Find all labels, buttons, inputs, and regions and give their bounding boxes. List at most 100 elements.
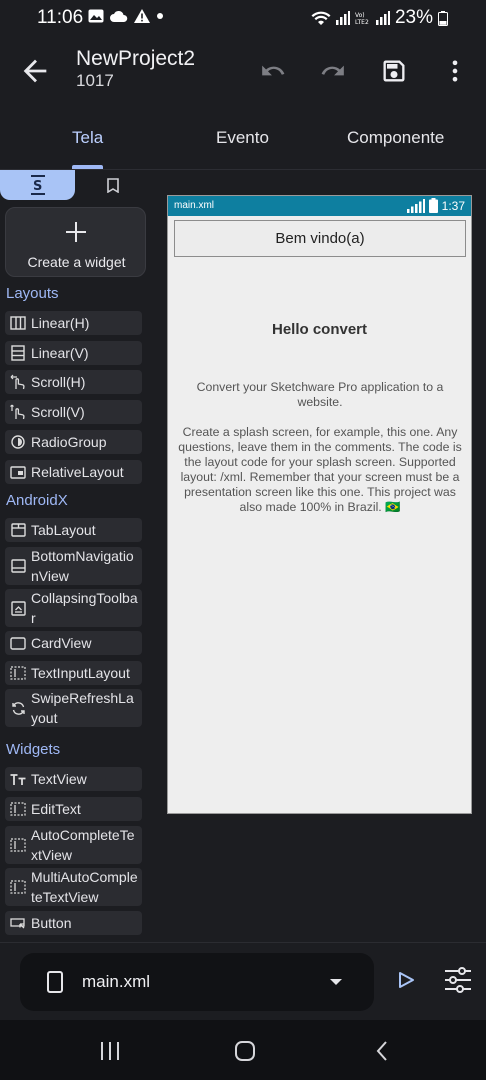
palette-item-label: Scroll(V) xyxy=(31,404,85,420)
preview-welcome-button[interactable]: Bem vindo(a) xyxy=(174,220,466,257)
status-bar: 11:06 Vo) LTE2 23% xyxy=(0,0,486,36)
section-layouts: Layouts xyxy=(6,285,59,302)
system-indicators: Vo) LTE2 23% xyxy=(311,7,448,29)
collapsing-icon xyxy=(5,600,31,616)
system-nav-bar xyxy=(0,1020,486,1080)
tab-evento[interactable]: Evento xyxy=(216,128,269,148)
file-selector-label: main.xml xyxy=(82,972,151,991)
palette-item-linear-v[interactable]: Linear(V) xyxy=(5,341,142,365)
dropdown-arrow-icon xyxy=(330,979,342,985)
palette-item-label: EditText xyxy=(31,801,81,817)
wifi-icon xyxy=(311,11,331,25)
preview-text-2: Create a splash screen, for example, thi… xyxy=(178,425,462,514)
tab-componente[interactable]: Componente xyxy=(347,128,444,148)
create-widget-button[interactable]: Create a widget xyxy=(5,207,146,277)
palette-item-swiperefreshlayout[interactable]: SwipeRefreshLayout xyxy=(5,689,142,727)
linear-v-icon xyxy=(5,345,31,361)
home-button[interactable] xyxy=(230,1036,260,1066)
layout-preview[interactable]: main.xml 1:37 Bem vindo(a) Hello convert… xyxy=(167,195,472,814)
project-title: NewProject2 xyxy=(76,47,196,70)
palette-item-label: MultiAutoCompleteTextView xyxy=(31,869,138,905)
palette-item-label: Linear(H) xyxy=(31,315,90,331)
recents-button[interactable] xyxy=(95,1036,125,1066)
palette-item-label: TextView xyxy=(31,771,87,787)
arrow-back-icon xyxy=(23,59,47,83)
palette-item-textview[interactable]: TextView xyxy=(5,767,142,791)
palette-item-label: CollapsingToolbar xyxy=(31,590,138,626)
preview-indicators: 1:37 xyxy=(406,198,465,213)
palette-item-label: TabLayout xyxy=(31,522,96,538)
palette-item-scroll-v[interactable]: Scroll(V) xyxy=(5,400,142,424)
home-icon xyxy=(235,1041,255,1061)
palette-item-textinputlayout[interactable]: TextInputLayout xyxy=(5,661,142,685)
palette-item-linear-h[interactable]: Linear(H) xyxy=(5,311,142,335)
undo-icon xyxy=(262,65,285,76)
redo-icon xyxy=(321,65,344,76)
palette-item-scroll-h[interactable]: Scroll(H) xyxy=(5,370,142,394)
run-button[interactable] xyxy=(392,965,420,995)
cloud-icon xyxy=(110,10,128,22)
file-selector[interactable]: main.xml xyxy=(20,953,374,1011)
radio-icon xyxy=(5,435,31,449)
bottom-bar: main.xml xyxy=(0,942,486,1020)
button-icon xyxy=(5,917,31,929)
battery-level: 23% xyxy=(394,7,433,28)
edit-text-icon xyxy=(5,802,31,816)
redo-button[interactable] xyxy=(316,54,350,88)
undo-button[interactable] xyxy=(256,54,290,88)
scroll-h-icon xyxy=(5,374,31,390)
project-id: 1017 xyxy=(76,71,114,90)
gallery-icon xyxy=(88,9,104,23)
settings-button[interactable] xyxy=(442,965,474,995)
palette-item-relativelayout[interactable]: RelativeLayout xyxy=(5,460,142,484)
recents-icon xyxy=(101,1042,119,1060)
palette-item-label: SwipeRefreshLayout xyxy=(31,690,134,726)
nav-back-icon xyxy=(376,1041,387,1061)
palette-item-button[interactable]: Button xyxy=(5,911,142,935)
palette-item-tablayout[interactable]: TabLayout xyxy=(5,518,142,542)
tab-icon xyxy=(5,523,31,537)
preview-battery-icon xyxy=(428,198,438,213)
nav-back-button[interactable] xyxy=(367,1036,397,1066)
save-button[interactable] xyxy=(377,54,411,88)
palette-item-cardview[interactable]: CardView xyxy=(5,631,142,655)
section-androidx: AndroidX xyxy=(6,492,68,509)
text-icon xyxy=(5,773,31,786)
multi-autocomplete-icon xyxy=(5,880,31,894)
preview-text-1: Convert your Sketchware Pro application … xyxy=(196,380,444,409)
palette-item-label: RadioGroup xyxy=(31,434,107,450)
section-widgets: Widgets xyxy=(6,741,61,758)
palette-item-multiautocompletetextview[interactable]: MultiAutoCompleteTextView xyxy=(5,868,142,906)
palette-item-radiogroup[interactable]: RadioGroup xyxy=(5,430,142,454)
tab-tela[interactable]: Tela xyxy=(72,128,103,148)
sketchware-icon: S xyxy=(30,175,45,195)
palette-widgets-toggle[interactable]: S xyxy=(0,170,75,200)
phone-icon xyxy=(47,971,63,993)
tab-bar: Tela Evento Componente xyxy=(0,110,486,170)
signal-icon xyxy=(335,11,350,25)
palette-item-label: BottomNavigationView xyxy=(31,548,134,584)
svg-text:Vo): Vo) xyxy=(355,12,365,19)
palette-item-label: CardView xyxy=(31,635,92,651)
palette-item-autocompletetextview[interactable]: AutoCompleteTextView xyxy=(5,826,142,864)
swipe-refresh-icon xyxy=(5,701,31,716)
palette-item-edittext[interactable]: EditText xyxy=(5,797,142,821)
back-button[interactable] xyxy=(18,54,52,88)
palette-bookmarks-toggle[interactable] xyxy=(75,170,150,200)
palette-item-label: Linear(V) xyxy=(31,345,89,361)
preview-text[interactable]: Convert your Sketchware Pro application … xyxy=(176,380,464,515)
preview-status-bar: main.xml 1:37 xyxy=(168,196,471,216)
palette-item-label: TextInputLayout xyxy=(31,665,130,681)
palette-item-collapsingtoolbar[interactable]: CollapsingToolbar xyxy=(5,589,142,627)
palette-item-bottomnavigationview[interactable]: BottomNavigationView xyxy=(5,547,142,585)
tab-indicator xyxy=(72,165,103,169)
preview-signal-icon xyxy=(406,198,425,213)
palette-item-label: Scroll(H) xyxy=(31,374,86,390)
svg-text:LTE2: LTE2 xyxy=(355,19,369,26)
preview-title[interactable]: Hello convert xyxy=(168,321,471,338)
plus-icon xyxy=(66,222,86,242)
text-input-icon xyxy=(5,666,31,680)
warning-icon xyxy=(134,9,150,23)
overflow-menu-button[interactable] xyxy=(438,54,472,88)
scroll-v-icon xyxy=(5,404,31,420)
